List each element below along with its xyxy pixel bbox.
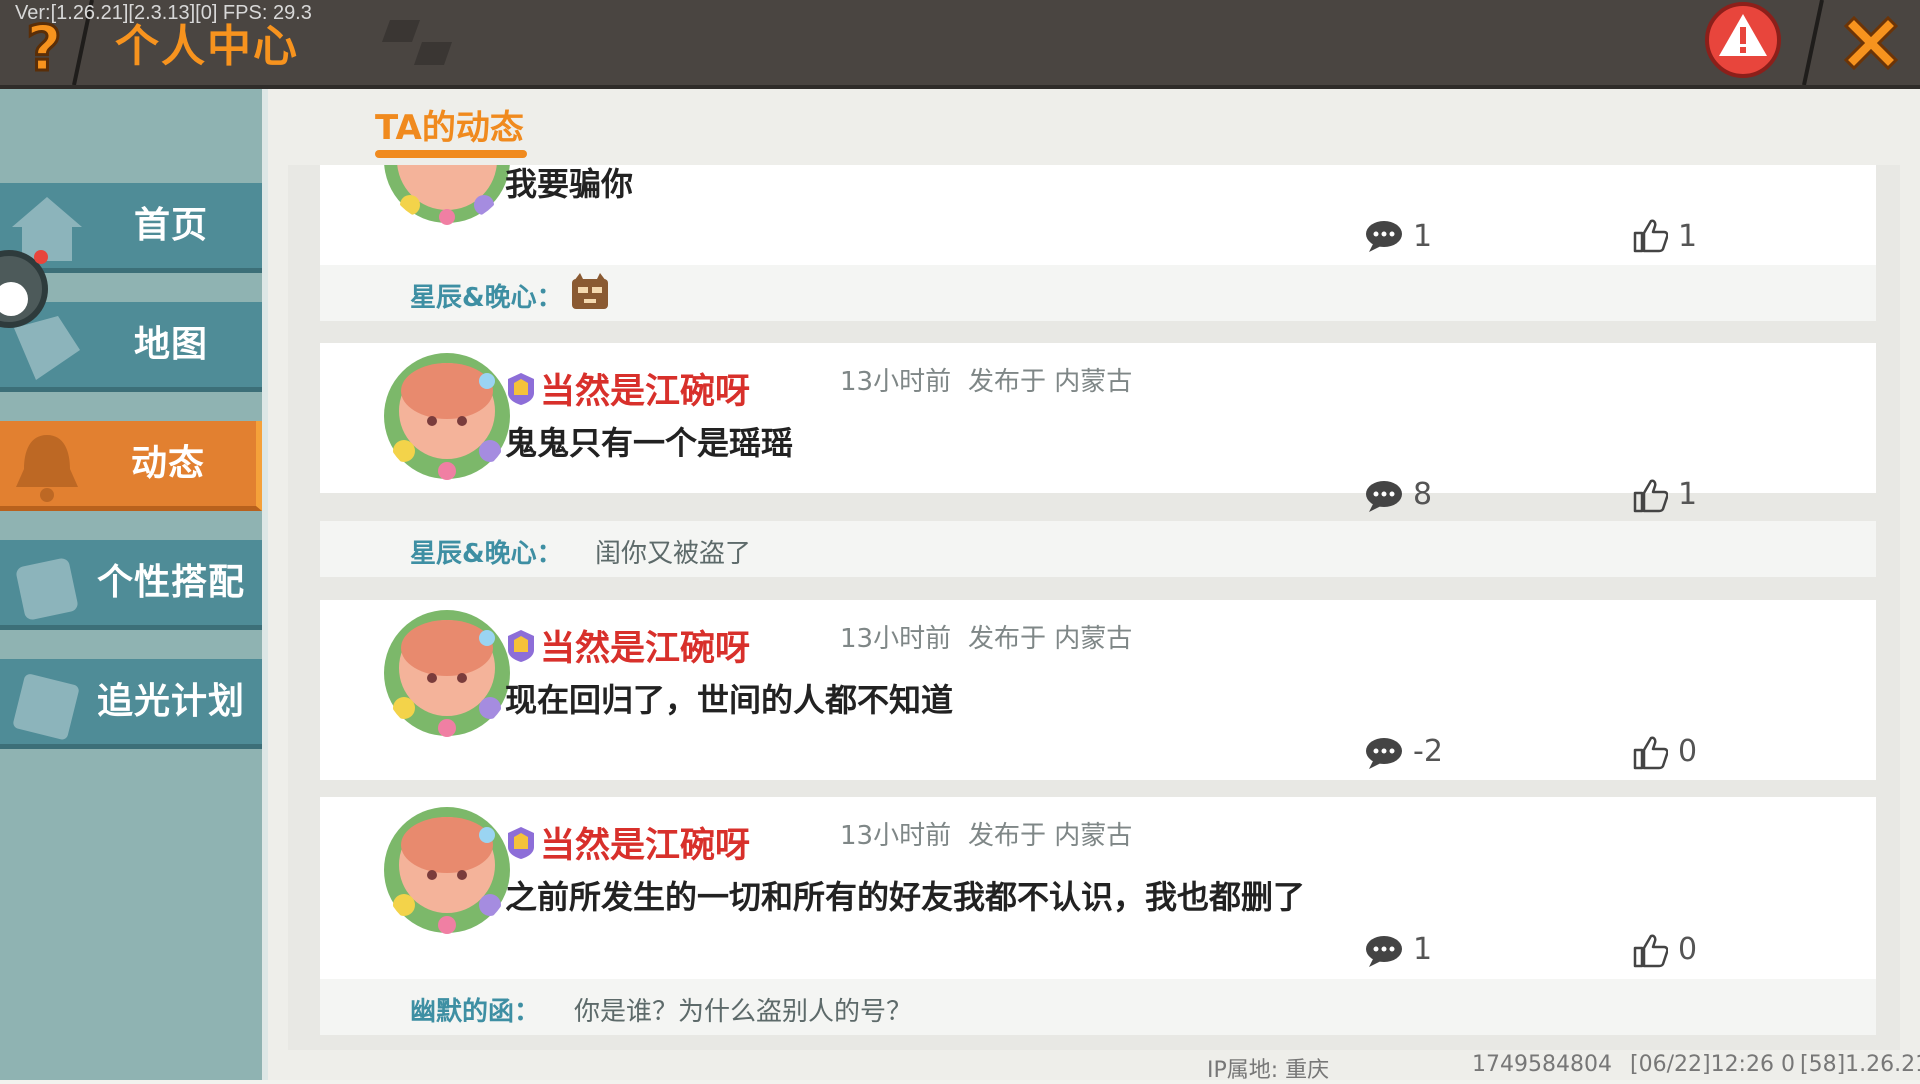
footer-user-id: 1749584804 [1472,1052,1612,1077]
notification-dot [34,250,48,264]
post-card: 当然是江碗呀 13小时前 发布于 内蒙古 鬼鬼只有一个是瑶瑶 8 1 [320,343,1876,513]
post-author[interactable]: 当然是江碗呀 [540,363,750,414]
reply-text: 闺你又被盗了 [595,539,752,569]
comment-count: 8 [1413,477,1433,512]
reply-text: 你是谁？为什么盗别人的号？ [574,997,913,1027]
avatar[interactable] [382,608,512,738]
reply-bar[interactable]: 星辰&晚心： [320,265,1876,321]
sidebar-item-label: 动态 [130,443,205,484]
post-text: 现在回归了，世间的人都不知道 [505,681,954,719]
sidebar-item-label: 追光计划 [96,681,245,722]
comment-icon[interactable] [1365,935,1403,967]
like-icon[interactable] [1632,477,1668,513]
post-card: 当然是江碗呀 13小时前 发布于 内蒙古 现在回归了，世间的人都不知道 -2 0 [320,600,1876,780]
sidebar-item-label: 地图 [133,324,208,365]
vip-badge-icon [508,630,534,662]
reply-author: 幽默的函： [410,997,541,1027]
post-card: 我要骗你 1 1 [320,165,1876,265]
report-alert-button[interactable] [1703,0,1783,80]
comment-count: 1 [1413,219,1433,254]
sidebar-item-feed[interactable]: 动态 [0,421,262,511]
post-author[interactable]: 当然是江碗呀 [540,620,750,671]
footer-version: [58]1.26.21 [1800,1052,1920,1077]
reply-bar[interactable]: 星辰&晚心： 闺你又被盗了 [320,521,1876,577]
vip-badge-icon [508,827,534,859]
reply-author: 星辰&晚心： [410,539,563,569]
like-count: 1 [1678,219,1698,254]
comment-icon[interactable] [1365,480,1403,512]
post-time: 13小时前 [840,367,952,397]
avatar[interactable] [382,805,512,935]
footer-ip-location: IP属地: 重庆 [1207,1058,1330,1083]
cat-sticker-icon [572,273,608,309]
footer-timestamp: [06/22]12:26 0 [1630,1052,1795,1077]
post-location: 发布于 内蒙古 [968,624,1133,654]
tab-underline [375,150,527,158]
post-location: 发布于 内蒙古 [968,821,1133,851]
comment-icon[interactable] [1365,220,1403,252]
like-count: 1 [1678,477,1698,512]
like-count: 0 [1678,734,1698,769]
sidebar-item-map[interactable]: 地图 [0,302,262,392]
post-author[interactable]: 当然是江碗呀 [540,817,750,868]
like-icon[interactable] [1632,217,1668,253]
bell-icon [16,435,78,502]
post-text: 我要骗你 [505,165,634,203]
vip-badge-icon [508,373,534,405]
page-title: 个人中心 [115,21,299,72]
comment-count: 1 [1413,932,1433,967]
sidebar-item-outfit[interactable]: 个性搭配 [0,540,262,630]
like-count: 0 [1678,932,1698,967]
decor-squares-icon [382,20,452,65]
close-button[interactable] [1838,10,1904,76]
feed-list[interactable]: 我要骗你 1 1 星辰&晚心： 当然是江碗呀 13小时前 发布于 内蒙古 鬼鬼只… [288,165,1900,1050]
plan-icon [13,674,79,740]
avatar[interactable] [382,351,512,481]
post-card: 当然是江碗呀 13小时前 发布于 内蒙古 之前所发生的一切和所有的好友我都不认识… [320,797,1876,979]
sidebar-item-label: 个性搭配 [96,562,245,603]
close-divider [1802,0,1824,85]
comment-icon[interactable] [1365,737,1403,769]
sidebar-item-label: 首页 [133,205,208,246]
sidebar-item-plan[interactable]: 追光计划 [0,659,262,749]
like-icon[interactable] [1632,932,1668,968]
reply-author: 星辰&晚心： [410,283,563,313]
post-text: 之前所发生的一切和所有的好友我都不认识，我也都删了 [505,878,1306,916]
reply-bar[interactable]: 幽默的函： 你是谁？为什么盗别人的号？ [320,979,1876,1035]
post-time: 13小时前 [840,624,952,654]
comment-count: -2 [1413,734,1443,769]
like-icon[interactable] [1632,734,1668,770]
post-location: 发布于 内蒙古 [968,367,1133,397]
post-time: 13小时前 [840,821,952,851]
tab-ta-feed[interactable]: TA的动态 [375,100,524,149]
avatar [384,165,510,225]
post-text: 鬼鬼只有一个是瑶瑶 [505,424,794,462]
outfit-icon [16,558,78,620]
